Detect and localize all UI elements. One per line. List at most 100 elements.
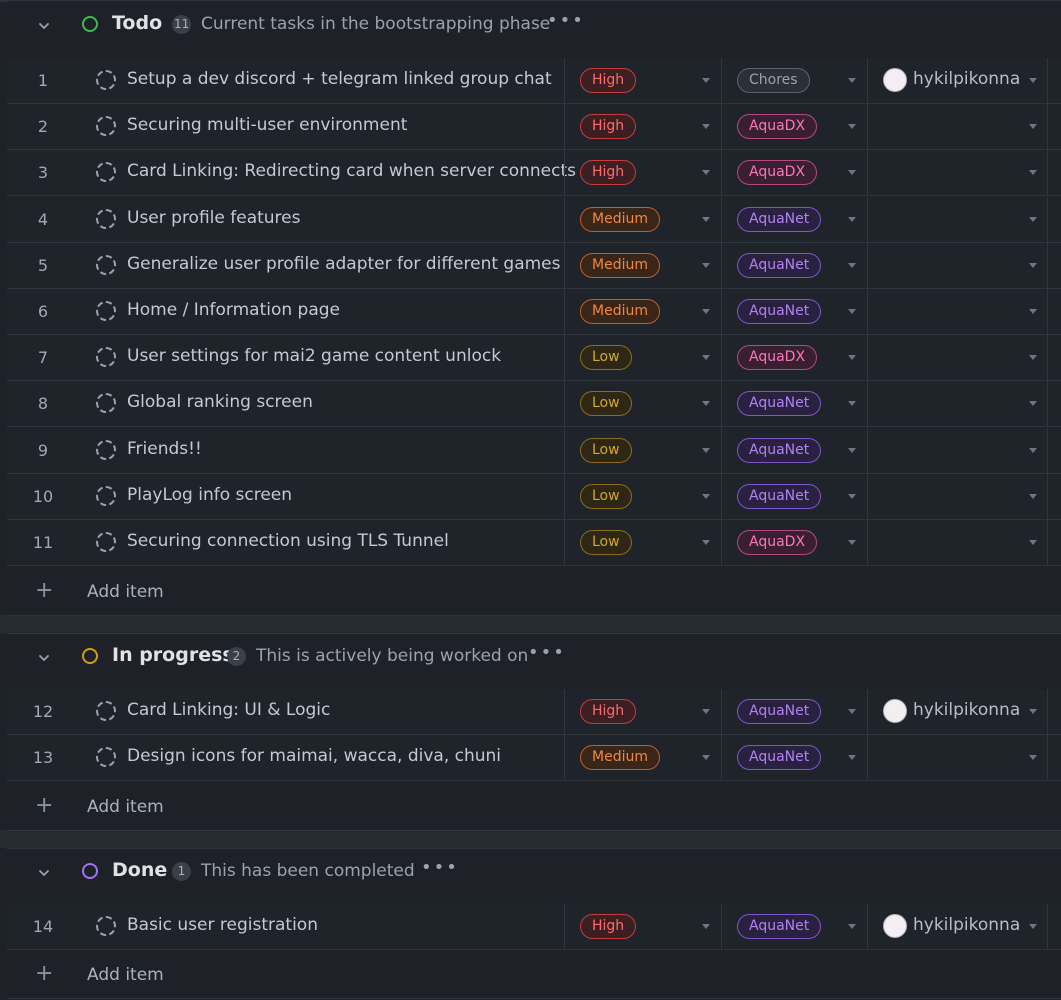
assignee-name[interactable]: hykilpikonna: [913, 69, 1020, 89]
label-pill[interactable]: AquaNet: [737, 914, 822, 939]
task-title-link[interactable]: Setup a dev discord + telegram linked gr…: [127, 69, 552, 89]
chevron-down-icon[interactable]: [37, 18, 51, 32]
dashed-circle-icon[interactable]: [96, 116, 116, 137]
task-title-link[interactable]: Card Linking: UI & Logic: [127, 700, 330, 720]
task-title-link[interactable]: Friends!!: [127, 439, 202, 459]
label-pill[interactable]: AquaNet: [737, 745, 822, 771]
priority-pill[interactable]: High: [580, 68, 637, 93]
label-pill[interactable]: AquaDX: [737, 345, 818, 371]
triangle-down-icon[interactable]: [1029, 401, 1037, 407]
task-title-link[interactable]: Home / Information page: [127, 300, 340, 320]
priority-pill[interactable]: Low: [580, 391, 632, 417]
triangle-down-icon[interactable]: [848, 124, 856, 130]
table-row[interactable]: 11 Securing connection using TLS Tunnel Lo…: [7, 520, 1061, 566]
triangle-down-icon[interactable]: [848, 170, 856, 176]
dashed-circle-icon[interactable]: [96, 532, 116, 552]
triangle-down-icon[interactable]: [848, 447, 856, 453]
triangle-down-icon[interactable]: [1029, 924, 1037, 929]
priority-pill[interactable]: Medium: [580, 745, 660, 771]
task-title-link[interactable]: Card Linking: Redirecting card when serv…: [127, 161, 576, 181]
priority-pill[interactable]: High: [580, 914, 637, 939]
kebab-horizontal-icon[interactable]: •••: [528, 642, 566, 663]
table-row[interactable]: 4 User profile features Medium AquaNet: [7, 196, 1061, 243]
priority-pill[interactable]: Low: [580, 437, 632, 463]
triangle-down-icon[interactable]: [702, 540, 710, 545]
triangle-down-icon[interactable]: [702, 447, 710, 453]
dashed-circle-icon[interactable]: [96, 747, 116, 768]
dashed-circle-icon[interactable]: [96, 254, 116, 275]
dashed-circle-icon[interactable]: [96, 485, 116, 506]
triangle-down-icon[interactable]: [702, 493, 710, 499]
add-item-button[interactable]: Add item: [87, 965, 164, 985]
triangle-down-icon[interactable]: [1029, 309, 1037, 314]
priority-pill[interactable]: Medium: [580, 252, 660, 278]
task-title-link[interactable]: Generalize user profile adapter for diff…: [127, 254, 561, 274]
add-item-row[interactable]: + Add item: [7, 951, 1061, 999]
chevron-down-icon[interactable]: [37, 650, 51, 664]
table-row[interactable]: 6 Home / Information page Medium AquaNet: [7, 289, 1061, 335]
dashed-circle-icon[interactable]: [96, 301, 116, 321]
triangle-down-icon[interactable]: [848, 309, 856, 314]
table-row[interactable]: 2 Securing multi-user environment High Aqua…: [7, 104, 1061, 151]
add-item-button[interactable]: Add item: [87, 797, 164, 817]
task-title-link[interactable]: User profile features: [127, 208, 301, 228]
triangle-down-icon[interactable]: [702, 216, 710, 222]
chevron-down-icon[interactable]: [37, 865, 51, 879]
priority-pill[interactable]: High: [580, 160, 637, 186]
label-pill[interactable]: AquaNet: [737, 206, 822, 232]
assignee-name[interactable]: hykilpikonna: [913, 700, 1020, 720]
label-pill[interactable]: AquaNet: [737, 299, 822, 324]
priority-pill[interactable]: Medium: [580, 206, 660, 232]
task-title-link[interactable]: Basic user registration: [127, 915, 318, 935]
priority-pill[interactable]: High: [580, 699, 637, 724]
task-title-link[interactable]: Securing multi-user environment: [127, 115, 407, 135]
triangle-down-icon[interactable]: [848, 216, 856, 222]
triangle-down-icon[interactable]: [1029, 78, 1037, 83]
triangle-down-icon[interactable]: [702, 924, 710, 929]
add-item-row[interactable]: + Add item: [7, 568, 1061, 616]
table-row[interactable]: 7 User settings for mai2 game content unl…: [7, 335, 1061, 382]
task-title-link[interactable]: PlayLog info screen: [127, 485, 292, 505]
label-pill[interactable]: AquaNet: [737, 483, 822, 509]
task-title-link[interactable]: Design icons for maimai, wacca, diva, ch…: [127, 746, 501, 766]
dashed-circle-icon[interactable]: [96, 439, 116, 460]
table-row[interactable]: 9 Friends!! Low AquaNet: [7, 427, 1061, 474]
dashed-circle-icon[interactable]: [96, 70, 116, 90]
triangle-down-icon[interactable]: [702, 355, 710, 361]
triangle-down-icon[interactable]: [848, 540, 856, 545]
triangle-down-icon[interactable]: [1029, 447, 1037, 453]
priority-pill[interactable]: Low: [580, 345, 632, 371]
triangle-down-icon[interactable]: [702, 401, 710, 407]
label-pill[interactable]: AquaDX: [737, 114, 818, 140]
label-pill[interactable]: AquaDX: [737, 530, 818, 555]
triangle-down-icon[interactable]: [702, 709, 710, 714]
dashed-circle-icon[interactable]: [96, 393, 116, 414]
triangle-down-icon[interactable]: [702, 78, 710, 83]
triangle-down-icon[interactable]: [848, 755, 856, 761]
label-pill[interactable]: AquaNet: [737, 699, 822, 724]
priority-pill[interactable]: Medium: [580, 299, 660, 324]
priority-pill[interactable]: Low: [580, 530, 632, 555]
triangle-down-icon[interactable]: [1029, 170, 1037, 176]
avatar[interactable]: [883, 699, 907, 723]
triangle-down-icon[interactable]: [848, 924, 856, 929]
triangle-down-icon[interactable]: [848, 401, 856, 407]
plus-icon[interactable]: +: [35, 793, 53, 818]
triangle-down-icon[interactable]: [848, 709, 856, 714]
triangle-down-icon[interactable]: [848, 78, 856, 83]
label-pill[interactable]: AquaNet: [737, 252, 822, 278]
dashed-circle-icon[interactable]: [96, 347, 116, 368]
triangle-down-icon[interactable]: [848, 493, 856, 499]
triangle-down-icon[interactable]: [1029, 709, 1037, 714]
add-item-button[interactable]: Add item: [87, 582, 164, 602]
triangle-down-icon[interactable]: [702, 262, 710, 268]
triangle-down-icon[interactable]: [1029, 355, 1037, 361]
table-row[interactable]: 13 Design icons for maimai, wacca, diva, …: [7, 735, 1061, 782]
priority-pill[interactable]: Low: [580, 483, 632, 509]
table-row[interactable]: 14 Basic user registration High AquaNet hyki…: [7, 904, 1061, 950]
label-pill[interactable]: AquaNet: [737, 391, 822, 417]
task-title-link[interactable]: Securing connection using TLS Tunnel: [127, 531, 449, 551]
triangle-down-icon[interactable]: [702, 755, 710, 761]
task-title-link[interactable]: Global ranking screen: [127, 392, 313, 412]
table-row[interactable]: 8 Global ranking screen Low AquaNet: [7, 381, 1061, 428]
